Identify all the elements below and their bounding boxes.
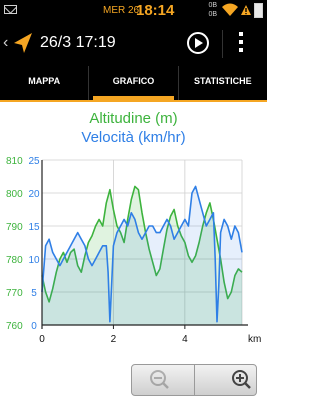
wifi-icon	[222, 3, 238, 16]
overflow-menu-icon[interactable]	[239, 32, 245, 56]
action-divider	[222, 30, 223, 58]
status-bar: MER 26 18:14 0B 0B	[0, 0, 267, 22]
y-right-tick-label: 10	[28, 255, 40, 266]
status-time: 18:14	[136, 2, 175, 19]
zoom-in-button[interactable]	[194, 365, 256, 395]
y-right-tick-label: 20	[28, 189, 40, 200]
chart-panel[interactable]: Altitudine (m) Velocità (km/hr) 760 770 78…	[0, 102, 267, 362]
y-right-tick-label: 15	[28, 222, 40, 233]
zoom-out-icon	[150, 370, 169, 389]
y-left-tick-label: 790	[6, 222, 23, 233]
y-left-tick-label: 770	[6, 288, 23, 299]
network-traffic: 0B 0B	[199, 1, 217, 19]
y-right-tick-label: 25	[28, 156, 40, 167]
status-date: MER 26	[103, 5, 140, 16]
speed-area	[42, 186, 242, 325]
y-left-tick-label: 810	[6, 156, 23, 167]
download-rate: 0B	[208, 11, 217, 18]
x-tick-label: 4	[182, 334, 188, 345]
elevation-speed-chart: 760 770 780 790 800 810 0 5 10 15 20 25 0 2 4 km	[6, 156, 261, 345]
tab-bar: MAPPA GRAFICO STATISTICHE	[0, 66, 267, 102]
zoom-out-button[interactable]	[132, 365, 194, 395]
mail-icon	[4, 5, 17, 14]
zoom-controls	[131, 364, 257, 396]
back-arrow-icon[interactable]: ‹	[3, 34, 8, 52]
x-axis-label: km	[248, 334, 261, 345]
y-left-tick-label: 800	[6, 189, 23, 200]
page-title: 26/3 17:19	[40, 34, 116, 51]
action-bar: ‹ 26/3 17:19	[0, 22, 267, 66]
play-button[interactable]	[187, 32, 209, 54]
battery-icon	[254, 3, 263, 18]
warning-icon	[241, 5, 251, 15]
tab-mappa[interactable]: MAPPA	[0, 66, 88, 100]
x-tick-label: 2	[111, 334, 117, 345]
y-left-tick-label: 760	[6, 321, 23, 332]
tab-statistiche[interactable]: STATISTICHE	[177, 66, 267, 100]
x-tick-label: 0	[39, 334, 45, 345]
y-left-tick-label: 780	[6, 255, 23, 266]
zoom-in-icon	[232, 370, 251, 389]
app-logo-icon[interactable]	[12, 31, 34, 55]
tab-grafico[interactable]: GRAFICO	[88, 66, 177, 100]
y-right-tick-label: 0	[31, 321, 37, 332]
y-right-tick-label: 5	[31, 288, 37, 299]
upload-rate: 0B	[208, 2, 217, 9]
